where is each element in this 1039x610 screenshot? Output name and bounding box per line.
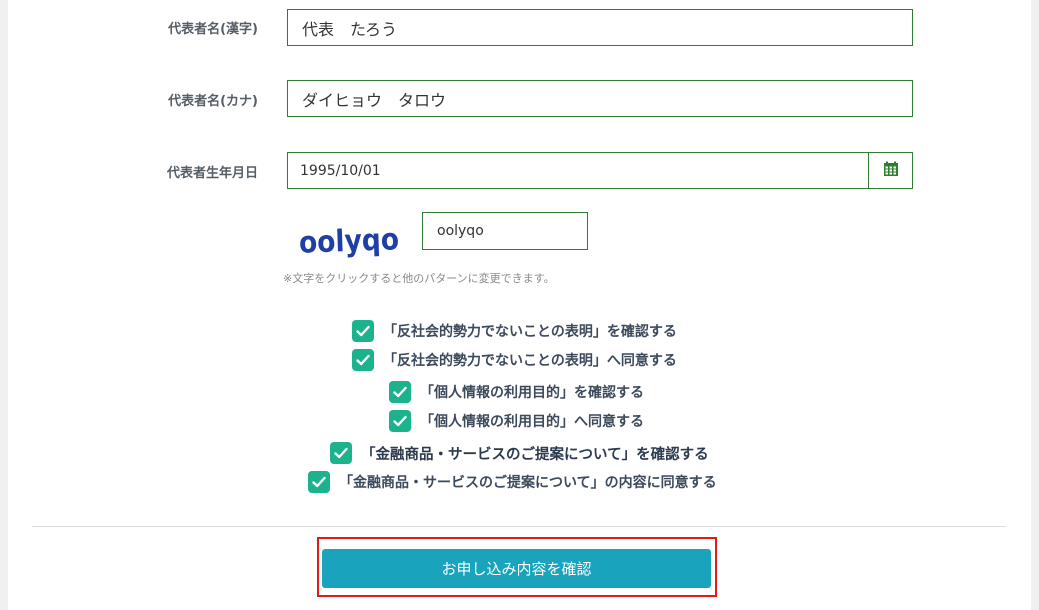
rep-name-kana-input[interactable] (288, 81, 912, 116)
captcha-note: ※文字をクリックすると他のパターンに変更できます。 (283, 272, 555, 285)
rep-birthdate-field[interactable] (287, 152, 869, 189)
rep-birthdate-input[interactable] (288, 153, 869, 188)
rep-name-kanji-input[interactable] (288, 10, 912, 45)
rep-name-kana-label: 代表者名(カナ) (168, 94, 258, 109)
rep-birthdate-label: 代表者生年月日 (166, 166, 258, 181)
confirm-application-button[interactable]: お申し込み内容を確認 (322, 549, 711, 588)
rep-name-kanji-field[interactable] (287, 9, 913, 46)
consent-checkbox-antisocial-agree[interactable]: 「反社会的勢力でないことの表明」へ同意する (352, 349, 677, 371)
checkbox-checked-icon[interactable] (352, 320, 374, 342)
consent-label: 「反社会的勢力でないことの表明」を確認する (383, 324, 677, 340)
consent-checkbox-financial-agree[interactable]: 「金融商品・サービスのご提案について」の内容に同意する (308, 471, 717, 493)
consent-label: 「金融商品・サービスのご提案について」の内容に同意する (339, 475, 717, 491)
consent-label: 「個人情報の利用目的」を確認する (420, 385, 644, 401)
consent-checkbox-privacy-agree[interactable]: 「個人情報の利用目的」へ同意する (389, 410, 644, 432)
consent-checkbox-privacy-confirm[interactable]: 「個人情報の利用目的」を確認する (389, 381, 644, 403)
checkbox-checked-icon[interactable] (389, 410, 411, 432)
consent-label: 「反社会的勢力でないことの表明」へ同意する (383, 353, 677, 369)
calendar-icon (883, 161, 899, 181)
divider (32, 526, 1006, 527)
consent-checkbox-antisocial-confirm[interactable]: 「反社会的勢力でないことの表明」を確認する (352, 320, 677, 342)
checkbox-checked-icon[interactable] (389, 381, 411, 403)
consent-checkbox-financial-confirm[interactable]: 「金融商品・サービスのご提案について」を確認する (330, 442, 709, 464)
captcha-image[interactable]: oolyqo (297, 219, 401, 265)
rep-name-kanji-label: 代表者名(漢字) (168, 22, 258, 37)
checkbox-checked-icon[interactable] (352, 349, 374, 371)
captcha-input[interactable] (423, 213, 587, 249)
consent-label: 「個人情報の利用目的」へ同意する (420, 414, 644, 430)
checkbox-checked-icon[interactable] (330, 442, 352, 464)
captcha-field[interactable] (422, 212, 588, 250)
checkbox-checked-icon[interactable] (308, 471, 330, 493)
rep-name-kana-field[interactable] (287, 80, 913, 117)
captcha-image-text: oolyqo (298, 222, 399, 260)
consent-label: 「金融商品・サービスのご提案について」を確認する (361, 446, 709, 463)
calendar-button[interactable] (868, 152, 913, 189)
